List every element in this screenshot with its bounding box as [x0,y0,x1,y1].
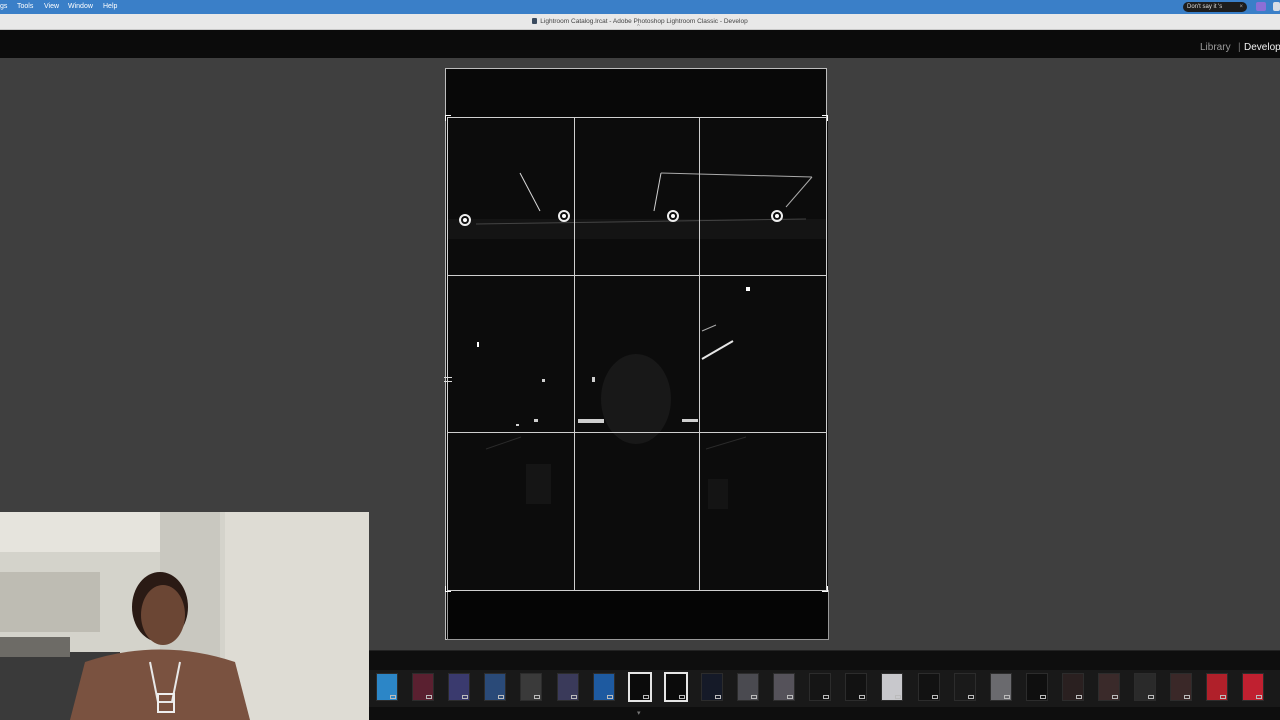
edit-badge-icon [1039,695,1046,699]
filmstrip-thumbnail[interactable] [881,673,904,701]
edit-badge-icon [967,695,974,699]
filmstrip-thumbnail[interactable] [917,673,940,701]
edit-badge-icon [606,695,613,699]
filmstrip-thumbnail[interactable] [1098,673,1120,701]
crop-grid-line [699,118,700,590]
filmstrip-thumbnail[interactable] [1025,673,1048,701]
filmstrip-thumbnail[interactable] [737,673,759,701]
edit-badge-icon [1075,695,1082,699]
filmstrip-thumbnail[interactable] [412,673,435,701]
crop-corner-handle[interactable] [445,586,451,592]
menu-help[interactable]: Help [103,3,117,10]
edit-badge-icon [534,695,541,699]
window-title-bar: Lightroom Catalog.lrcat - Adobe Photosho… [0,14,1280,30]
menu-edit-settings[interactable]: gs [0,3,7,10]
module-develop[interactable]: Develop [1244,42,1280,53]
edit-badge-icon [498,695,505,699]
filmstrip-thumbnail[interactable] [989,673,1012,701]
crop-corner-handle[interactable] [822,115,828,121]
filmstrip-thumbnail[interactable] [484,673,507,701]
menu-view[interactable]: View [44,3,59,10]
close-icon[interactable]: × [1239,2,1243,12]
filmstrip-thumbnail[interactable] [1206,673,1229,701]
edit-badge-icon [678,695,685,699]
edit-badge-icon [895,695,902,699]
focus-status-pill[interactable]: Don't say it 's × [1183,2,1247,12]
filmstrip-thumbnail[interactable] [700,673,723,701]
filmstrip-thumbnail[interactable] [953,673,976,701]
edit-badge-icon [1112,695,1118,699]
edit-badge-icon [1184,695,1191,699]
screen-share-icon[interactable] [1256,2,1266,11]
filmstrip-thumbnail[interactable] [627,672,652,702]
filmstrip-header [369,650,1280,671]
crop-corner-handle[interactable] [445,115,451,121]
filmstrip [369,670,1280,707]
edit-badge-icon [462,695,469,699]
filmstrip-thumbnail[interactable] [448,673,471,701]
crop-grid-line [448,432,826,433]
filmstrip-thumbnail[interactable] [1061,673,1084,701]
crop-corner-handle[interactable] [822,586,828,592]
menu-tools[interactable]: Tools [17,3,33,10]
edit-badge-icon [787,695,794,699]
module-picker: Library | Develop [0,30,1280,58]
crop-grid-line [574,118,575,590]
filmstrip-thumbnail[interactable] [592,673,615,701]
edit-badge-icon [1220,695,1227,699]
macos-menu-bar: gs Tools View Window Help Don't say it '… [0,0,1280,14]
filmstrip-thumbnail[interactable] [809,673,832,701]
filmstrip-thumbnail[interactable] [556,673,579,701]
edit-badge-icon [1148,695,1155,699]
crop-grid-line [448,275,826,276]
filmstrip-thumbnail[interactable] [773,673,796,701]
edit-badge-icon [859,695,866,699]
chevron-down-icon[interactable]: ▾ [637,709,641,717]
photo-bottom-margin [447,590,829,640]
filmstrip-thumbnail[interactable] [1134,673,1157,701]
document-icon [532,18,538,24]
webcam-feed-image [0,512,369,720]
menu-window[interactable]: Window [68,3,93,10]
filmstrip-thumbnail[interactable] [520,673,543,701]
filmstrip-thumbnail[interactable] [1170,673,1193,701]
filmstrip-thumbnail[interactable] [376,673,398,701]
focus-status-text: Don't say it 's [1187,4,1223,10]
control-center-icon[interactable] [1273,2,1280,11]
module-separator: | [1238,42,1241,53]
edit-badge-icon [714,695,721,699]
edit-badge-icon [570,695,577,699]
module-library[interactable]: Library [1200,42,1231,53]
edit-badge-icon [390,695,396,699]
edit-badge-icon [931,695,938,699]
edit-badge-icon [1256,695,1263,699]
edit-badge-icon [426,695,433,699]
filmstrip-thumbnail[interactable] [663,672,688,702]
webcam-overlay [0,512,369,720]
filmstrip-thumbnail[interactable] [845,673,868,701]
edit-badge-icon [751,695,757,699]
window-title: Lightroom Catalog.lrcat - Adobe Photosho… [540,18,748,25]
resize-cursor-icon [444,377,452,382]
crop-overlay[interactable] [447,117,827,591]
filmstrip-footer: ▾ [369,707,1280,720]
filmstrip-thumbnail[interactable] [1242,673,1265,701]
edit-badge-icon [642,695,649,699]
edit-badge-icon [823,695,830,699]
edit-badge-icon [1003,695,1010,699]
